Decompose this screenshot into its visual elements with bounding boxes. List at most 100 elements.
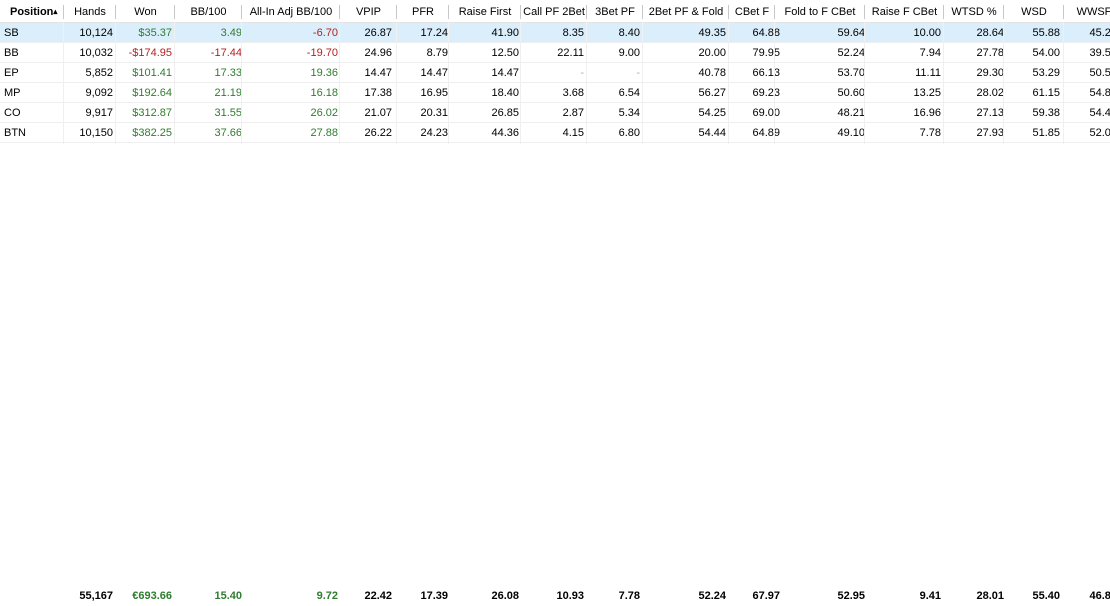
column-resize-handle[interactable]	[241, 5, 242, 19]
column-header-3bet-pf[interactable]: 3Bet PF	[587, 2, 643, 22]
column-header-call-pf-2bet[interactable]: Call PF 2Bet	[521, 2, 587, 22]
column-header-wwsf[interactable]: WWSF	[1064, 2, 1110, 22]
column-gridline	[448, 22, 449, 144]
column-header-row: Position▴ Hands Won BB/100 All-In Adj BB/100…	[0, 2, 1110, 23]
column-header-wtsd[interactable]: WTSD %	[944, 2, 1004, 22]
column-gridline	[586, 22, 587, 144]
column-resize-handle[interactable]	[1003, 5, 1004, 19]
column-header-label: Raise First	[458, 6, 512, 18]
cell-wwsf: 54.85	[1089, 87, 1110, 99]
column-header-2bet-pf-fold[interactable]: 2Bet PF & Fold	[643, 2, 729, 22]
cell-cbet-f: 64.89	[752, 127, 780, 139]
column-gridline	[174, 22, 175, 144]
cell-fold-to-f-cbet: 53.70	[837, 67, 865, 79]
column-resize-handle[interactable]	[339, 5, 340, 19]
cell-won: $312.87	[132, 107, 172, 119]
column-resize-handle[interactable]	[586, 5, 587, 19]
column-gridline	[339, 22, 340, 144]
cell-fold-to-f-cbet: 50.60	[837, 87, 865, 99]
column-header-label: 3Bet PF	[595, 6, 635, 18]
sort-ascending-icon: ▴	[53, 7, 58, 16]
column-header-label: WTSD %	[951, 6, 997, 18]
column-header-raise-first[interactable]: Raise First	[449, 2, 521, 22]
column-header-label: Raise F CBet	[871, 6, 938, 18]
cell-3bet-pf: 6.54	[618, 87, 640, 99]
cell-wwsf: 39.52	[1089, 47, 1110, 59]
cell-wwsf: 54.42	[1089, 107, 1110, 119]
cell-won: $382.25	[132, 127, 172, 139]
column-header-label: All-In Adj BB/100	[249, 6, 333, 18]
column-header-label: WSD	[1021, 6, 1047, 18]
cell-won: -$174.95	[128, 47, 172, 59]
cell-wwsf: 52.00	[1089, 127, 1110, 139]
cell-3bet-pf: -	[636, 67, 640, 79]
column-gridline	[396, 22, 397, 144]
column-header-label: CBet F	[734, 6, 770, 18]
total-3bet-pf: 7.78	[618, 590, 640, 602]
column-header-hands[interactable]: Hands	[64, 2, 116, 22]
column-header-position[interactable]: Position▴	[0, 2, 64, 22]
column-header-fold-to-f-cbet[interactable]: Fold to F CBet	[775, 2, 865, 22]
cell-cbet-f: 69.23	[752, 87, 780, 99]
total-bb-100: 15.40	[214, 590, 242, 602]
column-header-label: 2Bet PF & Fold	[648, 6, 724, 18]
column-header-label: Hands	[74, 6, 106, 18]
column-header-raise-f-cbet[interactable]: Raise F CBet	[865, 2, 944, 22]
cell-won: $101.41	[132, 67, 172, 79]
cell-fold-to-f-cbet: 48.21	[837, 107, 865, 119]
column-header-label: VPIP	[355, 6, 382, 18]
column-header-label: BB/100	[190, 6, 227, 18]
column-gridline	[728, 22, 729, 144]
cell-bb-100: -17.44	[210, 47, 242, 59]
cell-bb-100: 31.55	[214, 107, 242, 119]
cell-pfr: 24.23	[420, 127, 448, 139]
cell-3bet-pf: 5.34	[618, 107, 640, 119]
column-header-all-in-adj-bb-100[interactable]: All-In Adj BB/100	[242, 2, 340, 22]
cell-cbet-f: 66.13	[752, 67, 780, 79]
column-resize-handle[interactable]	[864, 5, 865, 19]
total-won: €693.66	[132, 590, 172, 602]
column-resize-handle[interactable]	[728, 5, 729, 19]
column-header-cbet-f[interactable]: CBet F	[729, 2, 775, 22]
cell-fold-to-f-cbet: 59.64	[837, 27, 865, 39]
column-resize-handle[interactable]	[1063, 5, 1064, 19]
cell-fold-to-f-cbet: 52.24	[837, 47, 865, 59]
column-resize-handle[interactable]	[520, 5, 521, 19]
column-header-wsd[interactable]: WSD	[1004, 2, 1064, 22]
column-resize-handle[interactable]	[174, 5, 175, 19]
column-header-bb-100[interactable]: BB/100	[175, 2, 242, 22]
cell-cbet-f: 69.00	[752, 107, 780, 119]
cell-wwsf: 50.53	[1089, 67, 1110, 79]
column-gridline	[115, 22, 116, 144]
column-resize-handle[interactable]	[448, 5, 449, 19]
cell-won: $192.64	[132, 87, 172, 99]
column-header-pfr[interactable]: PFR	[397, 2, 449, 22]
total-cbet-f: 67.97	[752, 590, 780, 602]
column-header-won[interactable]: Won	[116, 2, 175, 22]
column-header-vpip[interactable]: VPIP	[340, 2, 397, 22]
cell-pfr: 14.47	[420, 67, 448, 79]
cell-bb-100: 37.66	[214, 127, 242, 139]
column-gridline	[1063, 22, 1064, 144]
total-wwsf: 46.81	[1089, 590, 1110, 602]
column-resize-handle[interactable]	[396, 5, 397, 19]
column-resize-handle[interactable]	[115, 5, 116, 19]
column-resize-handle[interactable]	[642, 5, 643, 19]
column-gridline	[943, 22, 944, 144]
cell-cbet-f: 79.95	[752, 47, 780, 59]
cell-fold-to-f-cbet: 49.10	[837, 127, 865, 139]
column-header-label: Won	[134, 6, 157, 18]
cell-pfr: 16.95	[420, 87, 448, 99]
cell-cbet-f: 64.88	[752, 27, 780, 39]
column-resize-handle[interactable]	[943, 5, 944, 19]
total-pfr: 17.39	[420, 590, 448, 602]
totals-row: 55,167 €693.66 15.40 9.72 22.42 17.39 26.08 10.…	[0, 586, 1110, 606]
column-header-label: Call PF 2Bet	[523, 6, 585, 18]
column-header-label: Position	[10, 6, 54, 18]
cell-bb-100: 21.19	[214, 87, 242, 99]
column-resize-handle[interactable]	[774, 5, 775, 19]
column-resize-handle[interactable]	[63, 5, 64, 19]
column-header-label: WWSF	[1076, 6, 1110, 18]
column-header-label: Fold to F CBet	[784, 6, 856, 18]
column-gridline	[774, 22, 775, 144]
